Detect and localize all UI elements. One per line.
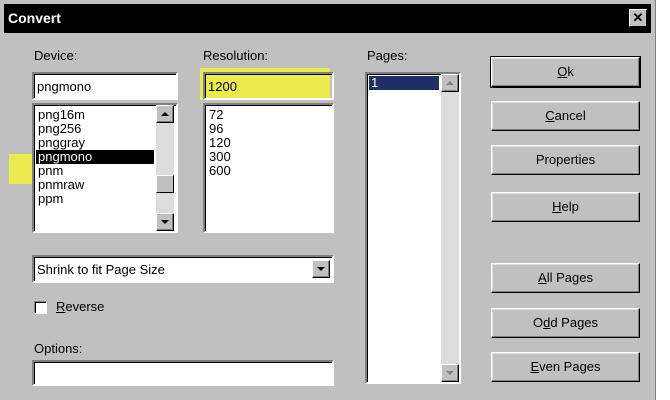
options-input[interactable]	[32, 360, 334, 386]
resolution-item-600[interactable]: 600	[209, 164, 231, 178]
resolution-item-96[interactable]: 96	[209, 122, 223, 136]
convert-dialog: Convert ✕ Device: pngmono png16m png256 …	[0, 0, 656, 400]
device-item-png16m[interactable]: png16m	[38, 108, 85, 122]
help-button[interactable]: Help	[491, 192, 640, 222]
device-input[interactable]: pngmono	[32, 72, 178, 100]
device-input-value: pngmono	[37, 79, 92, 94]
even-pages-button[interactable]: Even Pages	[491, 352, 640, 382]
fit-select[interactable]: Shrink to fit Page Size	[32, 255, 334, 283]
pages-item-1-selected[interactable]: 1	[369, 76, 439, 90]
resolution-input[interactable]: 1200	[203, 72, 334, 100]
chevron-down-icon	[317, 267, 325, 271]
properties-button[interactable]: Properties	[491, 145, 640, 175]
device-item-png256[interactable]: png256	[38, 122, 81, 136]
pages-scrollbar[interactable]	[441, 74, 459, 382]
fit-dropdown-button[interactable]	[312, 260, 330, 278]
scroll-down-icon	[161, 220, 169, 224]
pages-label: Pages:	[367, 48, 408, 63]
close-button[interactable]: ✕	[629, 9, 647, 27]
scroll-up-icon	[446, 81, 454, 85]
pages-scroll-up-button[interactable]	[441, 74, 459, 92]
pages-scroll-down-button[interactable]	[441, 364, 459, 382]
reverse-label[interactable]: Reverse	[56, 299, 104, 314]
resolution-item-300[interactable]: 300	[209, 150, 231, 164]
device-scroll-down-button[interactable]	[156, 213, 174, 231]
device-scroll-thumb[interactable]	[156, 175, 174, 193]
resolution-item-120[interactable]: 120	[209, 136, 231, 150]
odd-pages-button[interactable]: Odd Pages	[491, 308, 640, 338]
device-list[interactable]: png16m png256 pnggray pngmono pnm pnmraw…	[32, 103, 178, 233]
device-item-pnm[interactable]: pnm	[38, 164, 63, 178]
options-label: Options:	[34, 341, 83, 356]
close-icon[interactable]: ✕	[633, 10, 644, 25]
device-item-pnggray[interactable]: pnggray	[38, 136, 85, 150]
device-scrollbar[interactable]	[156, 105, 174, 231]
title-bar: Convert ✕	[4, 4, 651, 33]
resolution-list[interactable]: 72 96 120 300 600	[203, 103, 334, 233]
cancel-button[interactable]: Cancel	[491, 101, 640, 131]
resolution-label: Resolution:	[203, 48, 269, 63]
device-item-pngmono-selected[interactable]: pngmono	[36, 150, 154, 164]
all-pages-button[interactable]: All Pages	[491, 263, 640, 293]
scroll-up-icon	[161, 112, 169, 116]
resolution-item-72[interactable]: 72	[209, 108, 223, 122]
device-item-ppm[interactable]: ppm	[38, 192, 63, 206]
scroll-down-icon	[446, 371, 454, 375]
resolution-input-value: 1200	[208, 79, 237, 94]
fit-select-value: Shrink to fit Page Size	[37, 262, 165, 277]
device-label: Device:	[34, 48, 78, 63]
reverse-checkbox[interactable]	[34, 301, 47, 314]
ok-button[interactable]: Ok	[490, 56, 641, 88]
device-scroll-up-button[interactable]	[156, 105, 174, 123]
device-item-pnmraw[interactable]: pnmraw	[38, 178, 84, 192]
pages-list[interactable]: 1	[365, 72, 461, 384]
window-title: Convert	[8, 10, 61, 26]
